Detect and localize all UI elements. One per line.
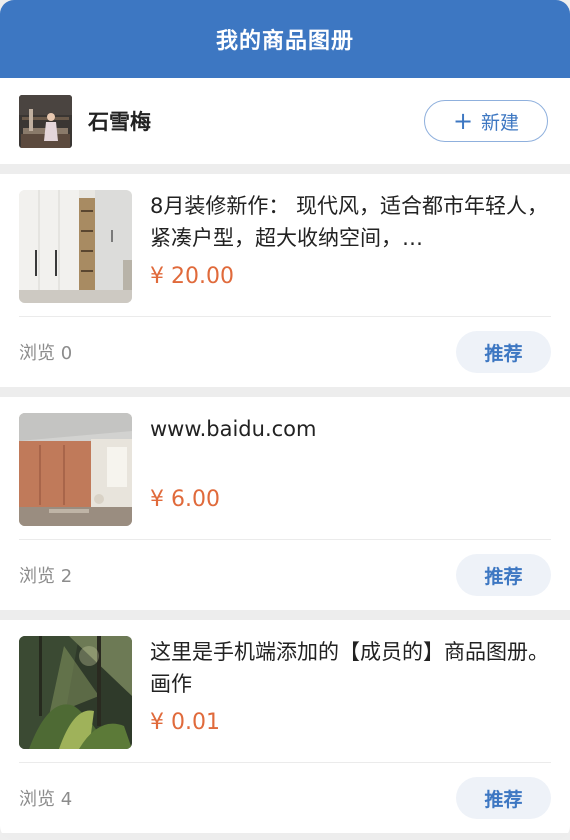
- user-name: 石雪梅: [88, 110, 151, 134]
- product-price: ¥ 20.00: [150, 264, 234, 289]
- product-card-footer: 浏览 4 推荐: [19, 763, 551, 833]
- product-card[interactable]: 8月装修新作： 现代风，适合都市年轻人，紧凑户型，超大收纳空间，… ¥ 20.0…: [0, 174, 570, 387]
- recommend-button[interactable]: 推荐: [456, 554, 551, 596]
- product-description: 8月装修新作： 现代风，适合都市年轻人，紧凑户型，超大收纳空间，…: [150, 194, 549, 250]
- product-image[interactable]: [19, 636, 132, 749]
- product-info: www.baidu.com ¥ 6.00: [150, 413, 551, 539]
- product-card[interactable]: 这里是手机端添加的【成员的】商品图册。画作 ¥ 0.01 浏览 4 推荐: [0, 620, 570, 833]
- product-image[interactable]: [19, 413, 132, 526]
- new-album-button[interactable]: + 新建: [424, 100, 548, 142]
- product-info: 这里是手机端添加的【成员的】商品图册。画作 ¥ 0.01: [150, 636, 551, 762]
- recommend-button[interactable]: 推荐: [456, 777, 551, 819]
- product-card-main[interactable]: www.baidu.com ¥ 6.00: [19, 397, 551, 540]
- view-count: 浏览 2: [19, 566, 73, 587]
- product-price: ¥ 0.01: [150, 710, 220, 735]
- new-button-label: 新建: [481, 111, 520, 134]
- app-frame: 我的商品图册 石雪梅 + 新建 8月装修新作： 现代风，适合都市年轻人，紧凑户型…: [0, 0, 570, 840]
- user-bar: 石雪梅 + 新建: [0, 78, 570, 164]
- recommend-button[interactable]: 推荐: [456, 331, 551, 373]
- title-bar: 我的商品图册: [0, 0, 570, 78]
- product-card-footer: 浏览 0 推荐: [19, 317, 551, 387]
- view-count: 浏览 4: [19, 789, 73, 810]
- product-card-footer: 浏览 2 推荐: [19, 540, 551, 610]
- avatar[interactable]: [19, 94, 72, 148]
- product-image[interactable]: [19, 190, 132, 303]
- product-description: www.baidu.com: [150, 417, 317, 441]
- view-count: 浏览 0: [19, 343, 73, 364]
- product-description: 这里是手机端添加的【成员的】商品图册。画作: [150, 640, 549, 696]
- product-price: ¥ 6.00: [150, 487, 220, 512]
- product-info: 8月装修新作： 现代风，适合都市年轻人，紧凑户型，超大收纳空间，… ¥ 20.0…: [150, 190, 551, 316]
- plus-icon: +: [452, 107, 474, 135]
- page-title: 我的商品图册: [215, 29, 354, 54]
- product-card-main[interactable]: 这里是手机端添加的【成员的】商品图册。画作 ¥ 0.01: [19, 620, 551, 763]
- product-card-main[interactable]: 8月装修新作： 现代风，适合都市年轻人，紧凑户型，超大收纳空间，… ¥ 20.0…: [19, 174, 551, 317]
- product-card[interactable]: www.baidu.com ¥ 6.00 浏览 2 推荐: [0, 397, 570, 610]
